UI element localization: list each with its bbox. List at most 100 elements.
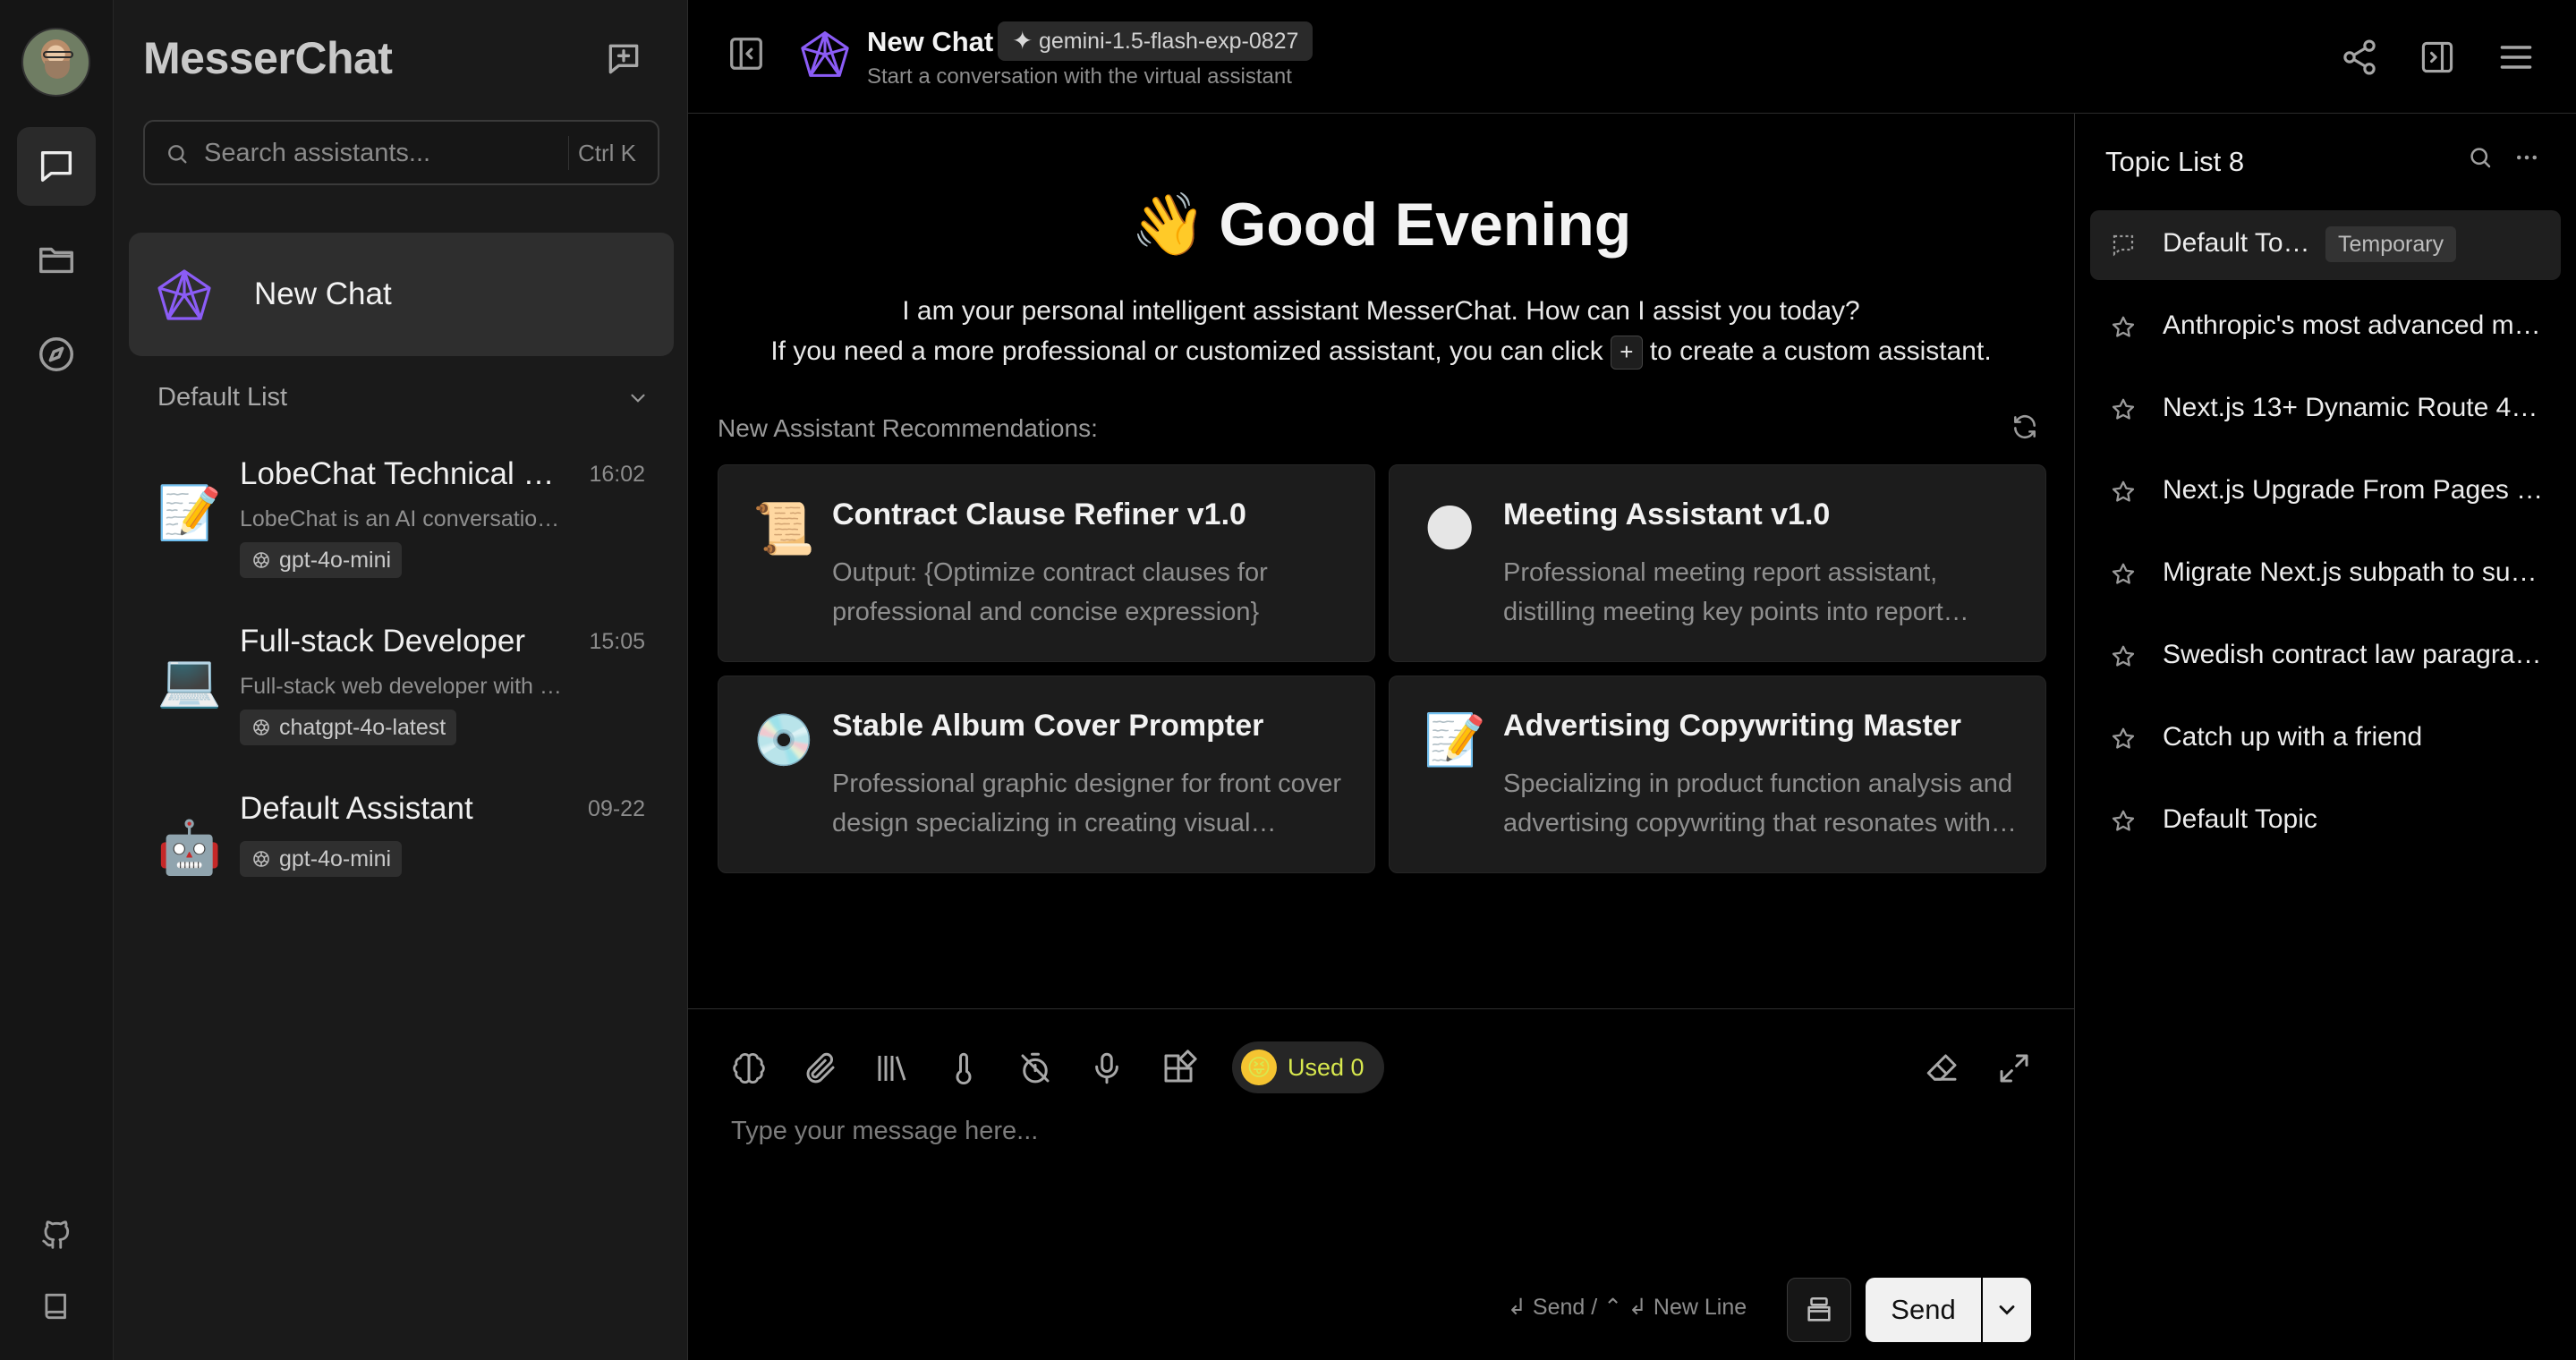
temperature-button[interactable] xyxy=(940,1045,987,1092)
create-assistant-button[interactable]: + xyxy=(1610,336,1643,370)
star-icon[interactable] xyxy=(2110,643,2137,670)
timer-off-icon xyxy=(1021,1052,1050,1084)
openai-icon xyxy=(253,552,269,568)
panel-right-icon xyxy=(2421,41,2453,73)
topic-item[interactable]: Migrate Next.js subpath to subdomain xyxy=(2090,540,2561,609)
library-icon xyxy=(878,1056,906,1081)
rail-files-button[interactable] xyxy=(17,220,96,299)
eraser-icon xyxy=(1926,1054,1957,1081)
voice-input-button[interactable] xyxy=(1084,1045,1130,1092)
sparkle-icon: ✦ xyxy=(1012,27,1033,55)
card-title: Advertising Copywriting Master xyxy=(1503,709,1961,743)
default-list-header[interactable]: Default List xyxy=(157,383,650,412)
disc-icon: 💿 xyxy=(752,711,815,768)
topic-title: Next.js Upgrade From Pages to App Router xyxy=(2163,475,2547,505)
topic-item[interactable]: Default Topic Temporary xyxy=(2090,210,2561,280)
refresh-recommendations-button[interactable] xyxy=(2011,412,2039,441)
avatar-beard xyxy=(45,61,70,79)
session-item[interactable]: 🤖 Default Assistant 09-22 gpt-4o-mini xyxy=(129,791,674,952)
toggle-topic-panel-button[interactable] xyxy=(2414,34,2461,81)
star-icon[interactable] xyxy=(2110,726,2137,752)
session-name: LobeChat Technical Documentation Expert xyxy=(240,456,571,491)
thermometer-icon xyxy=(956,1052,972,1084)
rail-discover-button[interactable] xyxy=(17,315,96,394)
topic-title: Swedish contract law paragraph analysis xyxy=(2163,640,2547,669)
openai-icon xyxy=(253,719,269,735)
assistant-avatar: 💻 xyxy=(157,651,223,710)
session-title: New Chat xyxy=(254,276,392,311)
message-input[interactable] xyxy=(731,1117,2019,1251)
card-title: Meeting Assistant v1.0 xyxy=(1503,497,1831,531)
star-icon[interactable] xyxy=(2110,314,2137,341)
history-limit-button[interactable] xyxy=(1012,1045,1058,1092)
send-options-button[interactable] xyxy=(1983,1278,2031,1342)
assistant-logo-icon xyxy=(157,269,211,320)
token-usage-label: Used 0 xyxy=(1288,1054,1365,1081)
clear-topic-button[interactable] xyxy=(1787,1278,1851,1342)
session-item-new-chat[interactable]: New Chat xyxy=(129,233,674,356)
user-avatar[interactable] xyxy=(21,28,90,97)
book-icon xyxy=(45,1293,66,1320)
token-usage-badge[interactable]: 😝 Used 0 xyxy=(1232,1041,1384,1093)
model-name: chatgpt-4o-latest xyxy=(279,715,446,740)
topic-item[interactable]: Next.js 13+ Dynamic Route 404 Error xyxy=(2090,375,2561,445)
attach-file-button[interactable] xyxy=(797,1045,844,1092)
welcome-heading: 👋 Good Evening xyxy=(688,189,2074,260)
assistant-card[interactable]: 💿 Stable Album Cover Prompter Profession… xyxy=(718,676,1375,873)
model-selector[interactable]: ✦ gemini-1.5-flash-exp-0827 xyxy=(998,21,1314,61)
star-icon[interactable] xyxy=(2110,479,2137,506)
search-input[interactable] xyxy=(204,134,544,172)
assistant-card[interactable]: 📝 Advertising Copywriting Master Special… xyxy=(1389,676,2046,873)
topic-item[interactable]: Next.js Upgrade From Pages to App Router xyxy=(2090,457,2561,527)
rail-docs-button[interactable] xyxy=(33,1283,80,1330)
rail-github-button[interactable] xyxy=(33,1211,80,1258)
toggle-sidebar-button[interactable] xyxy=(726,33,767,74)
model-settings-button[interactable] xyxy=(726,1045,772,1092)
microphone-icon xyxy=(1095,1052,1118,1084)
blocks-icon xyxy=(1164,1050,1197,1083)
session-sidebar: MesserChat Ctrl K New Chat Default List … xyxy=(114,0,688,1360)
new-chat-button[interactable] xyxy=(600,36,647,82)
session-item[interactable]: 📝 LobeChat Technical Documentation Exper… xyxy=(129,456,674,617)
session-item[interactable]: 💻 Full-stack Developer 15:05 Full-stack … xyxy=(129,624,674,785)
topic-title: Migrate Next.js subpath to subdomain xyxy=(2163,557,2547,587)
topic-item[interactable]: Default Topic xyxy=(2090,786,2561,856)
chat-subtitle: Start a conversation with the virtual as… xyxy=(867,64,1292,89)
panel-left-icon xyxy=(730,38,762,70)
intro-text-a: If you need a more professional or custo… xyxy=(770,336,1603,366)
topic-item[interactable]: Catch up with a friend xyxy=(2090,704,2561,774)
temporary-badge: Temporary xyxy=(2325,226,2457,262)
chat-header: New Chat ✦ gemini-1.5-flash-exp-0827 Sta… xyxy=(688,0,2576,114)
assistant-card[interactable]: 🌑 Meeting Assistant v1.0 Professional me… xyxy=(1389,464,2046,662)
share-button[interactable] xyxy=(2336,34,2383,81)
memo-icon: 📝 xyxy=(1424,711,1486,768)
rail-chat-button[interactable] xyxy=(17,127,96,206)
topic-search-button[interactable] xyxy=(2467,144,2494,171)
topic-item[interactable]: Anthropic's most advanced model xyxy=(2090,293,2561,362)
settings-menu-button[interactable] xyxy=(2493,34,2539,81)
intro-line-1: I am your personal intelligent assistant… xyxy=(902,296,1860,326)
assistant-card[interactable]: 📜 Contract Clause Refiner v1.0 Output: {… xyxy=(718,464,1375,662)
search-icon xyxy=(168,145,187,164)
search-shortcut: Ctrl K xyxy=(568,136,645,170)
search-icon xyxy=(2470,148,2491,168)
session-name: Default Assistant xyxy=(240,791,473,826)
topic-item[interactable]: Swedish contract law paragraph analysis xyxy=(2090,622,2561,692)
session-desc: Full-stack web developer with experience xyxy=(240,674,571,699)
plugins-button[interactable] xyxy=(1155,1045,1202,1092)
knowledge-base-button[interactable] xyxy=(869,1045,915,1092)
star-icon[interactable] xyxy=(2110,808,2137,835)
group-label: Default List xyxy=(157,383,288,412)
brand-title: MesserChat xyxy=(143,33,393,83)
card-description: Professional graphic designer for front … xyxy=(832,769,1342,837)
clear-input-button[interactable] xyxy=(1919,1045,1966,1092)
star-icon[interactable] xyxy=(2110,396,2137,423)
github-icon xyxy=(42,1220,70,1249)
chevron-down-icon xyxy=(1999,1305,2015,1315)
send-button[interactable]: Send xyxy=(1866,1278,1981,1342)
topic-more-button[interactable] xyxy=(2513,144,2540,171)
expand-input-button[interactable] xyxy=(1991,1045,2037,1092)
star-icon[interactable] xyxy=(2110,561,2137,588)
model-tag: gpt-4o-mini xyxy=(240,542,403,578)
assistant-search: Ctrl K xyxy=(143,120,659,185)
